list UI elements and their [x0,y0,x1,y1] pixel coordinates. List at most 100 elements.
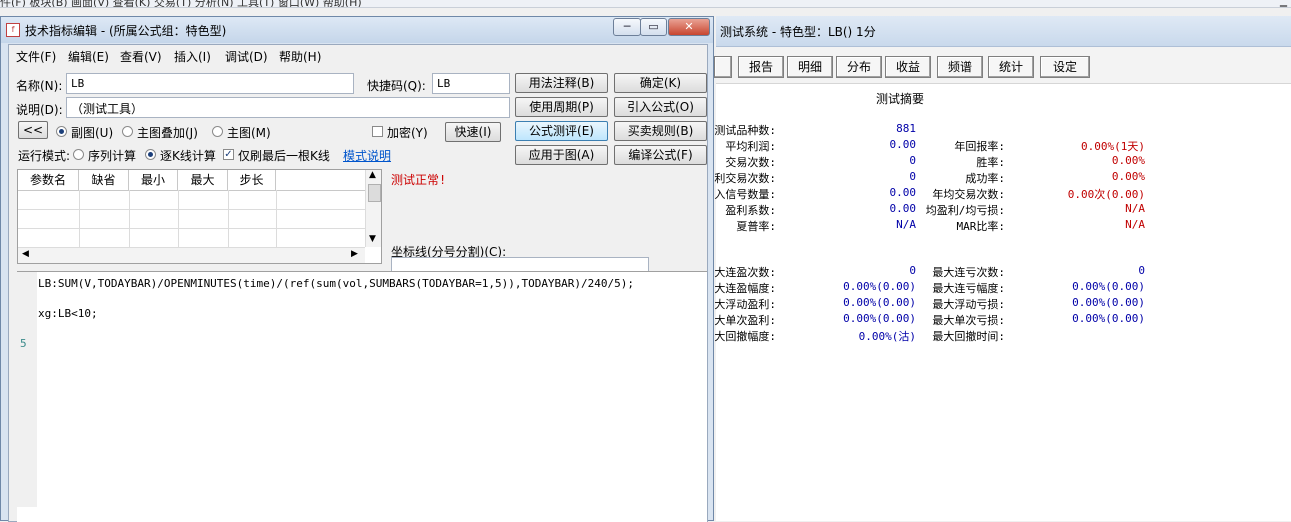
scroll-left-icon[interactable]: ◀ [22,249,29,259]
formula-app-icon: f [6,23,20,37]
line-number: 5 [20,337,27,350]
tab-settings[interactable]: 设定 [1040,56,1090,78]
checkmark-icon: ✓ [224,149,233,160]
trade-rules-button[interactable]: 买卖规则(B) [614,121,707,141]
description-input[interactable]: （测试工具） [66,97,510,118]
hotkey-input[interactable]: LB [432,73,510,94]
minimize-glyph[interactable]: _ [1280,0,1287,7]
summary-value: 0.00%(0.00) [1072,312,1145,325]
radio-main-overlay-label: 主图叠加(J) [137,126,198,140]
menu-edit[interactable]: 编辑(E) [68,48,109,65]
radio-sequence-calc[interactable] [73,149,84,160]
menu-file[interactable]: 文件(F) [16,48,56,65]
menu-help[interactable]: 帮助(H) [279,48,321,65]
app-menubar-text: 件(F) 板块(B) 画面(V) 查看(K) 交易(T) 分析(N) 工具(T)… [0,0,362,8]
scroll-right-icon[interactable]: ▶ [351,249,358,259]
param-grid-hscrollbar[interactable]: ◀ ▶ [18,247,365,263]
minimize-button[interactable]: ─ [613,18,641,36]
param-col-step: 步长 [228,170,276,190]
usage-notes-button[interactable]: 用法注释(B) [515,73,608,93]
formula-editor-dialog: f 技术指标编辑 - (所属公式组：特色型) ─ ▭ ✕ 文件(F) 编辑(E)… [0,16,714,522]
desc-label: 说明(D): [16,103,63,117]
summary-value: 0 [1138,264,1145,277]
grid-divider [178,190,179,247]
summary-label: 最大连亏幅度: [932,282,1005,295]
summary-label: 平均利润: [725,140,776,153]
test-status: 测试正常! [391,173,447,187]
summary-value: 0.00%(0.00) [843,280,916,293]
tab-detail[interactable]: 明细 [787,56,833,78]
radio-sub-chart-label: 副图(U) [71,126,114,140]
maximize-button[interactable]: ▭ [640,18,667,36]
summary-value: 0.00%(0.00) [843,296,916,309]
report-tab-partial[interactable] [714,56,732,78]
param-row[interactable] [18,228,365,248]
summary-value: 0.00%(1天) [1081,140,1145,153]
quick-button[interactable]: 快速(I) [445,122,501,142]
kline-calc-label: 逐K线计算 [160,149,216,163]
summary-value: 0.00% [1111,170,1145,183]
summary-label: 年均交易次数: [932,188,1005,201]
report-summary: 测试摘要 测试品种数: 881 平均利润: 0.00 交易次数: 0 盈利交易次数: 0 买入信… [703,84,1291,521]
summary-value: N/A [896,218,916,231]
param-grid[interactable]: 参数名 缺省 最小 最大 步长 ▲ ▼ ◀ ▶ [17,169,382,264]
scroll-up-icon[interactable]: ▲ [369,170,376,180]
radio-main-overlay[interactable] [122,126,133,137]
menu-insert[interactable]: 插入(I) [174,48,211,65]
tab-report[interactable]: 报告 [738,56,784,78]
summary-label: 买入信号数量: [703,188,776,201]
dialog-client: 文件(F) 编辑(E) 查看(V) 插入(I) 调试(D) 帮助(H) 名称(N… [8,44,708,522]
param-row[interactable] [18,209,365,229]
close-icon: ✕ [684,20,694,33]
grid-divider [79,190,80,247]
radio-main-chart[interactable] [212,126,223,137]
usage-period-button[interactable]: 使用周期(P) [515,97,608,117]
collapse-button[interactable]: << [18,121,48,139]
tab-profit[interactable]: 收益 [885,56,931,78]
tab-distribution[interactable]: 分布 [836,56,882,78]
code-line[interactable]: LB:SUM(V,TODAYBAR)/OPENMINUTES(time)/(re… [38,277,634,290]
summary-value: 0.00%(沽) [858,330,916,343]
menu-view[interactable]: 查看(V) [120,48,162,65]
formula-evaluate-button[interactable]: 公式测评(E) [515,121,608,141]
compile-formula-button[interactable]: 编译公式(F) [614,145,707,165]
mode-help-link[interactable]: 模式说明 [343,147,391,164]
run-mode-label: 运行模式: [18,149,71,163]
ok-button[interactable]: 确定(K) [614,73,707,93]
summary-title: 测试摘要 [876,92,925,106]
summary-label: 最大连亏次数: [932,266,1005,279]
scroll-thumb[interactable] [368,184,381,202]
summary-value: 0.00%(0.00) [843,312,916,325]
hotkey-label: 快捷码(Q): [367,79,426,93]
param-col-max: 最大 [178,170,228,190]
code-editor[interactable]: LB:SUM(V,TODAYBAR)/OPENMINUTES(time)/(re… [17,271,707,522]
summary-value: 0.00 [889,202,917,215]
summary-value: 0.00 [889,186,917,199]
tab-spectrum[interactable]: 频谱 [937,56,983,78]
summary-label: 最大回撤幅度: [703,330,776,343]
import-formula-button[interactable]: 引入公式(O) [614,97,707,117]
summary-value: 0.00%(0.00) [1072,280,1145,293]
grid-divider [129,190,130,247]
dialog-title: 技术指标编辑 - (所属公式组：特色型) [25,24,227,38]
param-grid-vscrollbar[interactable]: ▲ ▼ [365,170,381,247]
summary-label: 均盈利/均亏损: [925,204,1005,217]
radio-kline-calc[interactable] [145,149,156,160]
tab-statistics[interactable]: 统计 [988,56,1034,78]
param-row[interactable] [18,190,365,210]
summary-value: 0 [909,154,916,167]
close-button[interactable]: ✕ [668,18,710,36]
maximize-icon: ▭ [648,20,659,33]
radio-sub-chart[interactable] [56,126,67,137]
encrypt-checkbox[interactable] [372,126,383,137]
code-line[interactable]: xg:LB<10; [38,307,98,320]
name-input[interactable]: LB [66,73,354,94]
scroll-down-icon[interactable]: ▼ [369,234,376,244]
apply-to-chart-button[interactable]: 应用于图(A) [515,145,608,165]
dialog-titlebar: f 技术指标编辑 - (所属公式组：特色型) ─ ▭ ✕ [1,17,713,43]
summary-label: 最大浮动盈利: [703,298,776,311]
summary-value: 0.00% [1111,154,1145,167]
summary-label: 年回报率: [954,140,1005,153]
menu-debug[interactable]: 调试(D) [225,48,268,65]
refresh-last-checkbox[interactable]: ✓ [223,149,234,160]
